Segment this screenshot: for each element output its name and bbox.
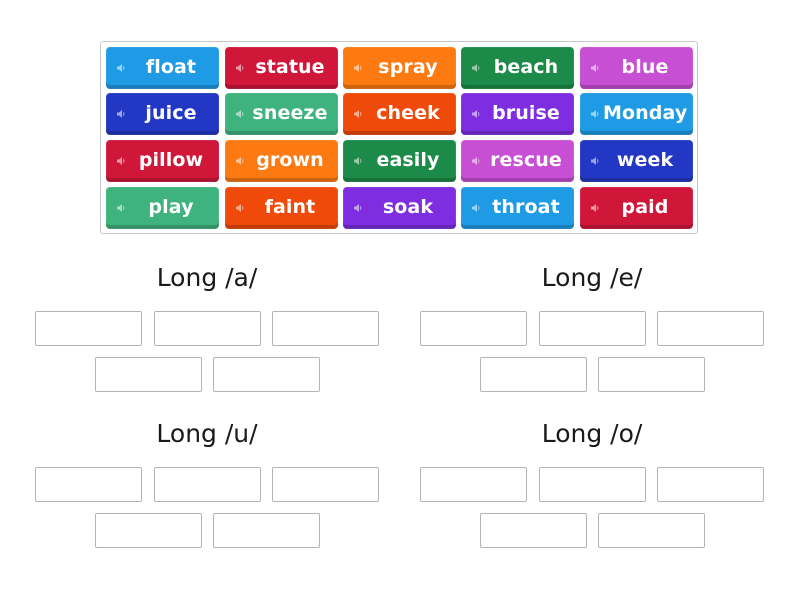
drop-slot-long-u[interactable] — [95, 513, 202, 548]
drop-slot-long-u[interactable] — [154, 467, 261, 502]
speaker-icon[interactable] — [232, 63, 248, 73]
word-tile-paid[interactable]: paid — [580, 187, 693, 229]
group-heading-long-u: Long /u/ — [156, 419, 258, 448]
word-label: sneeze — [252, 101, 328, 124]
speaker-icon[interactable] — [350, 109, 366, 119]
speaker-icon[interactable] — [587, 109, 603, 119]
word-tile-sneeze[interactable]: sneeze — [225, 93, 338, 135]
drop-slot-long-o[interactable] — [598, 513, 705, 548]
word-label: grown — [256, 148, 324, 171]
word-label: rescue — [490, 148, 562, 171]
speaker-icon[interactable] — [232, 203, 248, 213]
drop-slot-long-a[interactable] — [35, 311, 142, 346]
word-tile-throat[interactable]: throat — [461, 187, 574, 229]
word-label: juice — [145, 101, 197, 124]
speaker-icon[interactable] — [350, 203, 366, 213]
word-tile-blue[interactable]: blue — [580, 47, 693, 89]
drop-slot-long-e[interactable] — [420, 311, 527, 346]
word-label: cheek — [376, 101, 440, 124]
word-tile-cheek[interactable]: cheek — [343, 93, 456, 135]
word-tile-play[interactable]: play — [106, 187, 219, 229]
word-label: paid — [621, 195, 669, 218]
drop-slot-long-e[interactable] — [657, 311, 764, 346]
speaker-icon[interactable] — [350, 156, 366, 166]
drop-slot-long-o[interactable] — [657, 467, 764, 502]
speaker-icon[interactable] — [113, 156, 129, 166]
group-heading-long-e: Long /e/ — [541, 263, 643, 292]
drop-slot-long-e[interactable] — [598, 357, 705, 392]
group-heading-long-a: Long /a/ — [156, 263, 258, 292]
drop-slot-long-e[interactable] — [539, 311, 646, 346]
drop-slot-long-o[interactable] — [539, 467, 646, 502]
word-label: pillow — [138, 148, 204, 171]
speaker-icon[interactable] — [113, 63, 129, 73]
speaker-icon[interactable] — [232, 109, 248, 119]
speaker-icon[interactable] — [587, 203, 603, 213]
word-label: float — [145, 55, 197, 78]
word-label: faint — [264, 195, 316, 218]
speaker-icon[interactable] — [113, 203, 129, 213]
drop-slot-long-u[interactable] — [35, 467, 142, 502]
word-label: bruise — [492, 101, 560, 124]
word-label: week — [616, 148, 674, 171]
word-bank: float statue spray beach blue juice sneeze chee… — [100, 41, 698, 234]
drop-slot-long-u[interactable] — [213, 513, 320, 548]
speaker-icon[interactable] — [350, 63, 366, 73]
word-label: blue — [621, 55, 669, 78]
drop-slot-long-a[interactable] — [272, 311, 379, 346]
group-heading-long-o: Long /o/ — [541, 419, 643, 448]
drop-slot-long-a[interactable] — [95, 357, 202, 392]
word-tile-rescue[interactable]: rescue — [461, 140, 574, 182]
speaker-icon[interactable] — [232, 156, 248, 166]
word-tile-statue[interactable]: statue — [225, 47, 338, 89]
drop-slot-long-a[interactable] — [154, 311, 261, 346]
word-tile-pillow[interactable]: pillow — [106, 140, 219, 182]
word-tile-week[interactable]: week — [580, 140, 693, 182]
word-tile-faint[interactable]: faint — [225, 187, 338, 229]
word-tile-soak[interactable]: soak — [343, 187, 456, 229]
word-tile-bruise[interactable]: bruise — [461, 93, 574, 135]
word-tile-monday[interactable]: Monday — [580, 93, 693, 135]
word-label: throat — [492, 195, 560, 218]
word-tile-easily[interactable]: easily — [343, 140, 456, 182]
word-label: play — [148, 195, 194, 218]
drop-slot-long-o[interactable] — [480, 513, 587, 548]
word-tile-juice[interactable]: juice — [106, 93, 219, 135]
drop-slot-long-e[interactable] — [480, 357, 587, 392]
word-label: spray — [378, 55, 438, 78]
drop-slot-long-a[interactable] — [213, 357, 320, 392]
speaker-icon[interactable] — [468, 203, 484, 213]
drop-slot-long-o[interactable] — [420, 467, 527, 502]
speaker-icon[interactable] — [587, 156, 603, 166]
word-label: Monday — [603, 101, 688, 124]
word-tile-beach[interactable]: beach — [461, 47, 574, 89]
word-label: beach — [493, 55, 559, 78]
word-tile-float[interactable]: float — [106, 47, 219, 89]
speaker-icon[interactable] — [587, 63, 603, 73]
word-label: easily — [376, 148, 440, 171]
speaker-icon[interactable] — [468, 109, 484, 119]
speaker-icon[interactable] — [468, 63, 484, 73]
word-label: statue — [255, 55, 325, 78]
word-label: soak — [382, 195, 434, 218]
speaker-icon[interactable] — [113, 109, 129, 119]
drop-slot-long-u[interactable] — [272, 467, 379, 502]
word-tile-grown[interactable]: grown — [225, 140, 338, 182]
word-tile-spray[interactable]: spray — [343, 47, 456, 89]
speaker-icon[interactable] — [468, 156, 484, 166]
